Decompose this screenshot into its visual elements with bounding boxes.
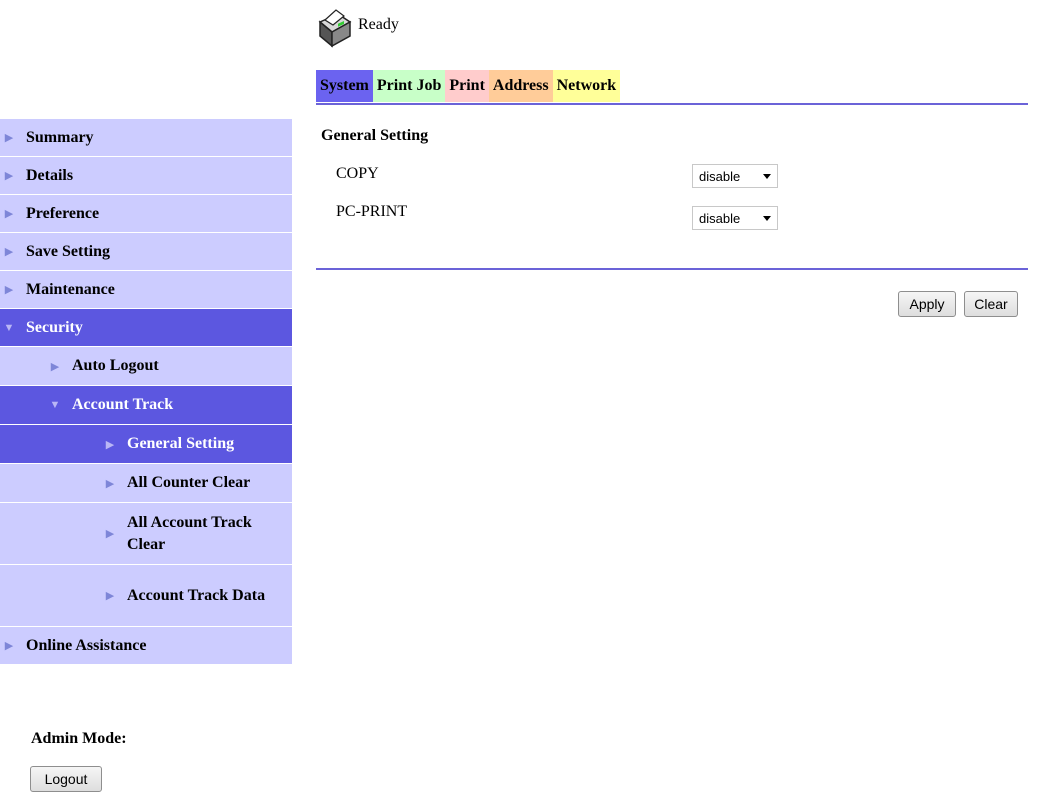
triangle-down-icon: ▼: [49, 399, 61, 411]
logout-button[interactable]: Logout: [30, 766, 102, 792]
sidebar: ▶ Summary ▶ Details ▶ Preference ▶ Save …: [0, 119, 292, 665]
sidebar-item-save-setting[interactable]: ▶ Save Setting: [0, 233, 292, 271]
tab-network[interactable]: Network: [552, 70, 621, 102]
triangle-right-icon: ▶: [4, 170, 14, 182]
triangle-right-icon: ▶: [4, 640, 14, 652]
tab-print-job[interactable]: Print Job: [372, 70, 446, 102]
triangle-right-icon: ▶: [4, 284, 14, 296]
tab-print[interactable]: Print: [445, 70, 489, 102]
sidebar-item-all-account-track-clear[interactable]: ▶ All Account Track Clear: [0, 503, 292, 565]
sidebar-item-summary[interactable]: ▶ Summary: [0, 119, 292, 157]
chevron-down-icon: [763, 174, 771, 179]
sidebar-item-label: Summary: [26, 128, 94, 146]
triangle-right-icon: ▶: [105, 590, 115, 602]
sidebar-item-preference[interactable]: ▶ Preference: [0, 195, 292, 233]
sidebar-item-label: Details: [26, 166, 74, 184]
sidebar-item-maintenance[interactable]: ▶ Maintenance: [0, 271, 292, 309]
clear-button[interactable]: Clear: [964, 291, 1018, 317]
tab-bar: System Print Job Print Address Network: [316, 70, 621, 102]
tab-divider: [316, 103, 1028, 105]
sidebar-item-label: Security: [26, 318, 83, 336]
sidebar-item-label: General Setting: [127, 435, 235, 452]
apply-button[interactable]: Apply: [898, 291, 956, 317]
triangle-right-icon: ▶: [105, 438, 115, 451]
triangle-right-icon: ▶: [4, 208, 14, 220]
printer-icon: [318, 9, 352, 48]
sidebar-item-label: All Counter Clear: [127, 474, 251, 491]
sidebar-item-security[interactable]: ▼ Security: [0, 309, 292, 347]
sidebar-item-label: Auto Logout: [72, 357, 159, 374]
pc-print-select[interactable]: disable: [692, 206, 778, 230]
pc-print-select-value: disable: [699, 210, 741, 226]
section-divider: [316, 268, 1028, 270]
sidebar-item-details[interactable]: ▶ Details: [0, 157, 292, 195]
chevron-down-icon: [763, 216, 771, 221]
copy-select-value: disable: [699, 168, 741, 184]
tab-address[interactable]: Address: [488, 70, 553, 102]
copy-label: COPY: [336, 165, 379, 182]
sidebar-item-label: Save Setting: [26, 242, 110, 260]
triangle-down-icon: ▼: [3, 321, 15, 334]
sidebar-item-all-counter-clear[interactable]: ▶ All Counter Clear: [0, 464, 292, 503]
pc-print-label: PC-PRINT: [336, 203, 408, 220]
triangle-right-icon: ▶: [105, 477, 115, 490]
status-bar: Ready: [316, 8, 399, 52]
sidebar-item-online-assistance[interactable]: ▶ Online Assistance: [0, 627, 292, 665]
sidebar-item-label: Maintenance: [26, 280, 115, 298]
triangle-right-icon: ▶: [105, 528, 115, 540]
admin-mode-label: Admin Mode:: [31, 730, 127, 747]
triangle-right-icon: ▶: [4, 246, 14, 258]
sidebar-item-label: Account Track: [72, 396, 174, 413]
status-text: Ready: [358, 16, 399, 33]
sidebar-item-auto-logout[interactable]: ▶ Auto Logout: [0, 347, 292, 386]
copy-select[interactable]: disable: [692, 164, 778, 188]
sidebar-item-label: Online Assistance: [26, 636, 147, 654]
sidebar-item-account-track-data[interactable]: ▶ Account Track Data: [0, 565, 292, 627]
triangle-right-icon: ▶: [4, 132, 14, 144]
sidebar-item-label: All Account Track Clear: [127, 513, 252, 553]
sidebar-item-label: Preference: [26, 204, 100, 222]
triangle-right-icon: ▶: [50, 360, 60, 373]
sidebar-item-label: Account Track Data: [127, 586, 266, 604]
tab-system[interactable]: System: [316, 70, 373, 102]
sidebar-item-general-setting[interactable]: ▶ General Setting: [0, 425, 292, 464]
sidebar-item-account-track[interactable]: ▼ Account Track: [0, 386, 292, 425]
section-title: General Setting: [321, 127, 429, 144]
